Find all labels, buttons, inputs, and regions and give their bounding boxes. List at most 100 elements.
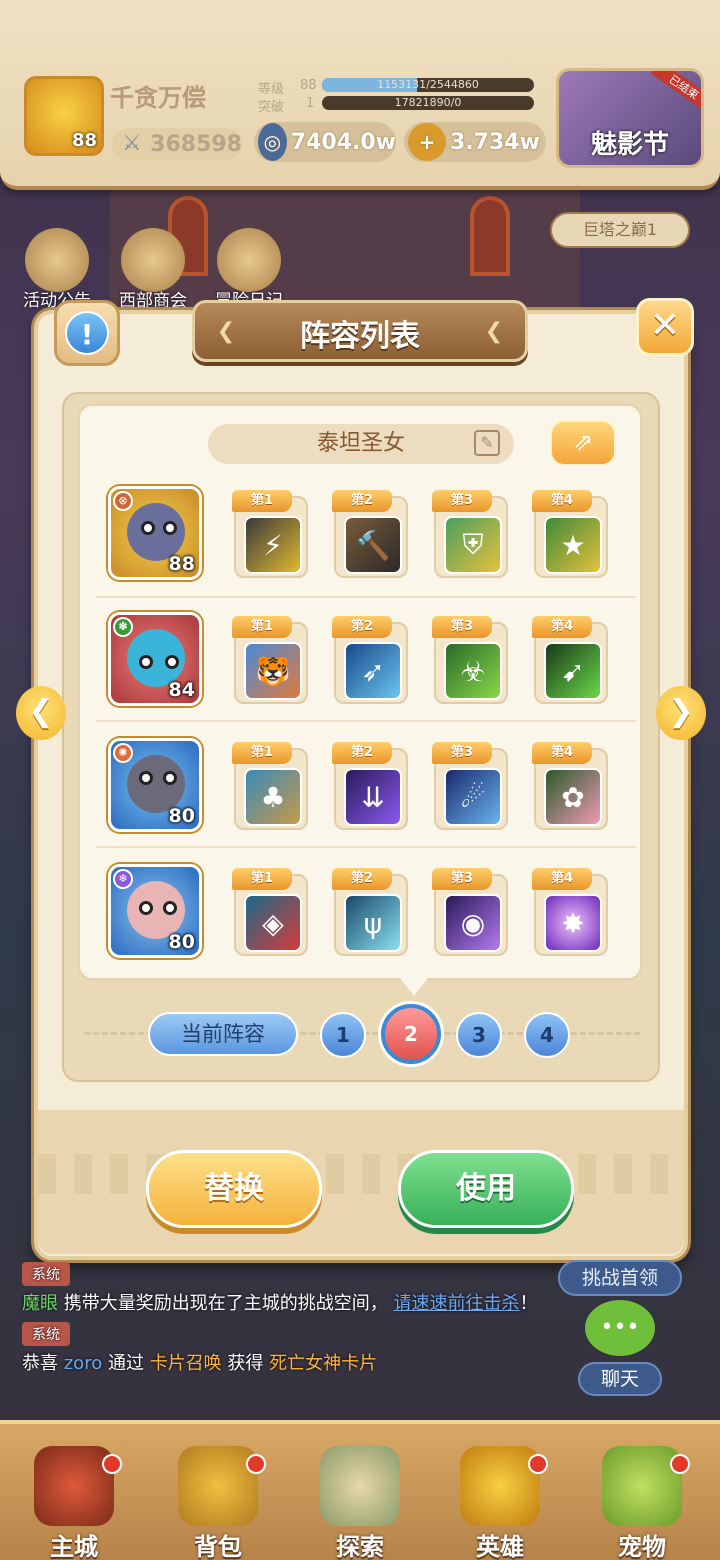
replace-button[interactable]: 替换 [146, 1150, 322, 1228]
quick-western-guild[interactable]: 西部商会 [110, 228, 196, 311]
nav-pets[interactable]: 宠物 [572, 1424, 712, 1560]
info-icon: ! [65, 311, 109, 355]
hero-icon [460, 1446, 540, 1526]
nav-explore[interactable]: 探索 [290, 1424, 430, 1560]
hero-eye [163, 771, 177, 785]
skill-order: 第2 [332, 868, 392, 890]
lineup-tab-4[interactable]: 4 [524, 1012, 570, 1058]
hero-level: 80 [168, 805, 195, 827]
skill-order: 第4 [532, 490, 592, 512]
skill-slot[interactable]: 第4 ✿ [532, 742, 608, 830]
coin-icon: ◎ [258, 123, 287, 161]
skill-slot[interactable]: 第1 ♣ [232, 742, 308, 830]
hero-slot[interactable]: ⊗ 88 [108, 486, 202, 580]
hero-slot[interactable]: ✺ 80 [108, 738, 202, 832]
level-value: 88 [300, 78, 317, 93]
skill-slot[interactable]: 第2 🔨 [332, 490, 408, 578]
message-link[interactable]: 请速速前往击杀 [393, 1293, 519, 1314]
hero-eye [163, 901, 177, 915]
share-icon: ⇗ [572, 428, 594, 456]
event-status-badge: 已结束 [650, 71, 701, 114]
green-spear-icon: ➹ [544, 642, 602, 700]
use-button[interactable]: 使用 [398, 1150, 574, 1228]
player-avatar[interactable]: 88 [24, 76, 104, 156]
trident-icon: ψ [344, 894, 402, 952]
skill-slot[interactable]: 第2 ψ [332, 868, 408, 956]
info-button[interactable]: ! [54, 300, 120, 366]
plus-icon[interactable]: + [408, 123, 446, 161]
event-banner[interactable]: 已结束 魅影节 [556, 68, 704, 168]
player-level: 88 [71, 130, 97, 151]
prev-arrow[interactable]: ❮ [16, 686, 66, 740]
gem-resource[interactable]: + 3.734w [404, 122, 546, 162]
next-arrow[interactable]: ❯ [656, 686, 706, 740]
gem-value: 3.734w [450, 129, 540, 155]
share-button[interactable]: ⇗ [550, 420, 616, 466]
coin-resource[interactable]: ◎ 7404.0w [254, 122, 396, 162]
lightning-fist-icon: ⚡ [244, 516, 302, 574]
star-shield-icon: ★ [544, 516, 602, 574]
close-button[interactable]: ✕ [636, 298, 694, 356]
skill-slot[interactable]: 第3 ⛨ [432, 490, 508, 578]
skill-slot[interactable]: 第4 ★ [532, 490, 608, 578]
nav-heroes[interactable]: 英雄 [430, 1424, 570, 1560]
skill-order: 第1 [232, 868, 292, 890]
chat-button[interactable]: ••• 聊天 [572, 1300, 668, 1416]
quick-adventure-diary[interactable]: 冒险日记 [206, 228, 292, 311]
hero-eye [141, 521, 155, 535]
skill-slot[interactable]: 第3 ☄ [432, 742, 508, 830]
nav-label: 宠物 [618, 1533, 666, 1560]
skill-order: 第3 [432, 616, 492, 638]
skill-order: 第4 [532, 742, 592, 764]
lineup-tab-2[interactable]: 2 [381, 1004, 441, 1064]
hero-slot[interactable]: ✽ 84 [108, 612, 202, 706]
level-exp-bar: 1153131/2544860 [322, 78, 534, 92]
system-tag: 系统 [22, 1262, 70, 1286]
break-exp-text: 17821890/0 [394, 96, 462, 109]
chat-label: 聊天 [578, 1362, 662, 1396]
skill-slot[interactable]: 第3 ☣ [432, 616, 508, 704]
tiger-icon: 🐯 [244, 642, 302, 700]
quick-announcement[interactable]: 活动公告 [14, 228, 100, 311]
tower-label[interactable]: 巨塔之巅1 [550, 212, 690, 248]
level-exp-text: 1153131/2544860 [377, 78, 479, 91]
skill-slot[interactable]: 第3 ◉ [432, 868, 508, 956]
lineup-tab-3[interactable]: 3 [456, 1012, 502, 1058]
map-icon [320, 1446, 400, 1526]
nav-main-city[interactable]: 主城 [4, 1424, 144, 1560]
break-label: 突破 [258, 100, 285, 115]
skill-slot[interactable]: 第4 ✸ [532, 868, 608, 956]
edit-icon[interactable]: ✎ [474, 430, 500, 456]
skill-slot[interactable]: 第2 ➶ [332, 616, 408, 704]
burst-icon: ✸ [544, 894, 602, 952]
meteor-icon: ☄ [444, 768, 502, 826]
skill-order: 第4 [532, 868, 592, 890]
skill-slot[interactable]: 第2 ⇊ [332, 742, 408, 830]
skill-slot[interactable]: 第1 🐯 [232, 616, 308, 704]
break-exp-bar: 17821890/0 [322, 96, 534, 110]
nav-backpack[interactable]: 背包 [148, 1424, 288, 1560]
nav-label: 英雄 [476, 1533, 524, 1560]
sword-icon: ⚔ [122, 131, 142, 156]
challenge-boss-button[interactable]: 挑战首领 [558, 1260, 682, 1296]
skill-order: 第2 [332, 616, 392, 638]
skill-order: 第3 [432, 490, 492, 512]
user-name[interactable]: zoro [64, 1353, 102, 1374]
current-lineup-button[interactable]: 当前阵容 [148, 1012, 298, 1056]
hero-eye [165, 655, 179, 669]
background-window [470, 196, 510, 276]
notification-dot [670, 1454, 690, 1474]
skill-slot[interactable]: 第4 ➹ [532, 616, 608, 704]
hero-level: 88 [168, 553, 195, 575]
skill-slot[interactable]: 第1 ◈ [232, 868, 308, 956]
hero-slot[interactable]: ❄ 80 [108, 864, 202, 958]
skill-order: 第2 [332, 490, 392, 512]
hero-eye [163, 521, 177, 535]
skill-slot[interactable]: 第1 ⚡ [232, 490, 308, 578]
notification-dot [246, 1454, 266, 1474]
divider [96, 720, 636, 722]
skill-order: 第3 [432, 742, 492, 764]
team-name: 泰坦圣女 [208, 424, 514, 464]
event-label: 魅影节 [590, 130, 669, 160]
lineup-tab-1[interactable]: 1 [320, 1012, 366, 1058]
